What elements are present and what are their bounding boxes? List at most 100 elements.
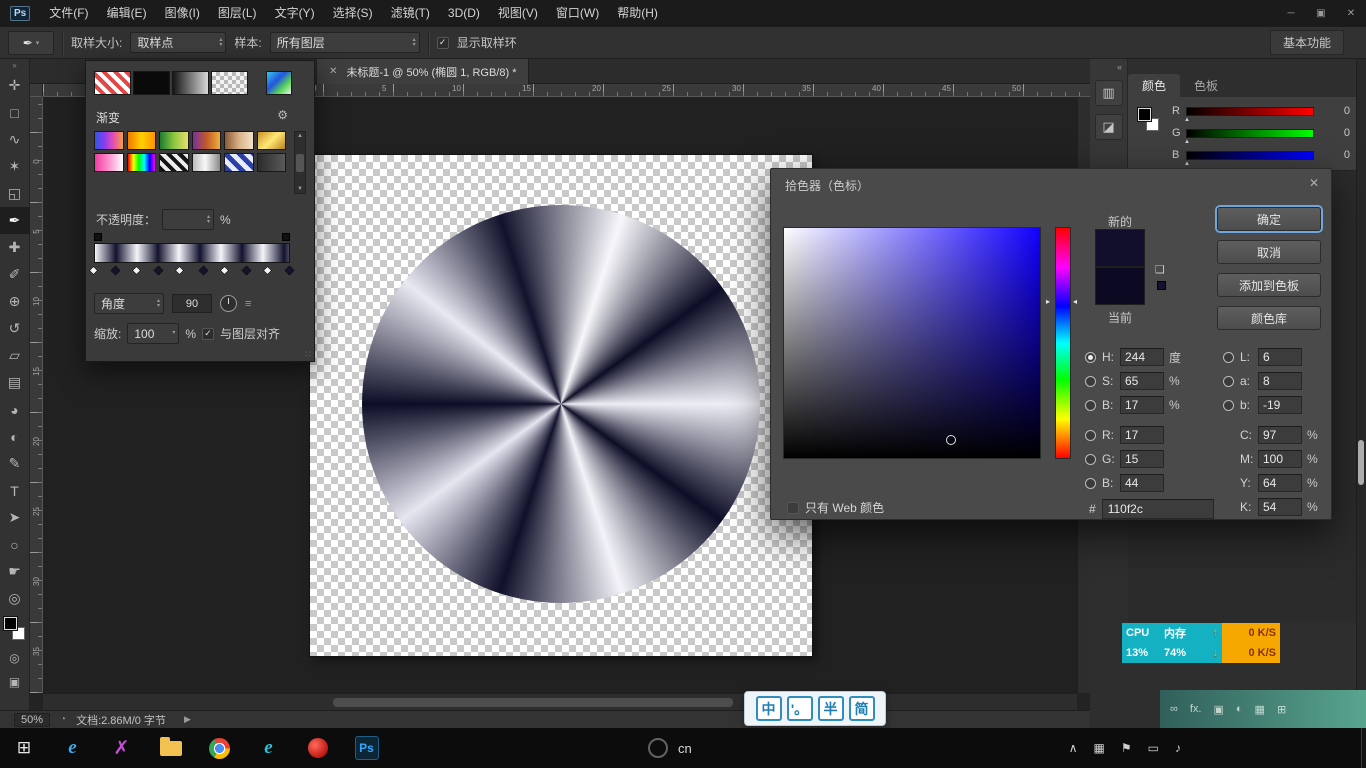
close-dialog-icon[interactable]: ✕ <box>1309 176 1319 190</box>
color-stop[interactable] <box>153 266 163 276</box>
blur-tool[interactable]: ◕ <box>0 396 30 423</box>
close-tab-icon[interactable]: ✕ <box>329 66 337 77</box>
gray-gradient-swatch[interactable] <box>172 71 209 95</box>
quick-mask-button[interactable]: ◎ <box>0 646 30 670</box>
web-cube-icon[interactable]: ❑ <box>1155 263 1165 276</box>
restore-button[interactable]: ▣ <box>1306 0 1336 27</box>
field-radio[interactable] <box>1223 400 1234 411</box>
menu-item[interactable]: 文字(Y) <box>266 0 324 27</box>
hue-slider[interactable] <box>1055 227 1071 459</box>
field-input[interactable] <box>1120 396 1164 414</box>
tab-color[interactable]: 颜色 <box>1128 74 1180 97</box>
flag-icon[interactable]: ⚑ <box>1121 741 1132 755</box>
menu-item[interactable]: 视图(V) <box>489 0 547 27</box>
status-menu-arrow-icon[interactable]: ▶ <box>184 714 191 725</box>
color-stop[interactable] <box>89 266 99 276</box>
layer-action-icon[interactable]: fx. <box>1190 703 1202 715</box>
magic-wand-tool[interactable]: ✶ <box>0 153 30 180</box>
color-field-marker[interactable] <box>946 435 956 445</box>
hand-tool[interactable]: ☛ <box>0 558 30 585</box>
field-input[interactable] <box>1258 474 1302 492</box>
minimize-button[interactable]: ─ <box>1276 0 1306 27</box>
gradient-preset[interactable] <box>224 131 254 150</box>
dodge-tool[interactable]: ◐ <box>0 423 30 450</box>
gradient-tool[interactable]: ▤ <box>0 369 30 396</box>
foreground-background-swatches[interactable] <box>0 614 30 646</box>
layer-action-icon[interactable]: ▦ <box>1255 703 1265 716</box>
hex-input[interactable] <box>1102 499 1214 519</box>
field-input[interactable] <box>1258 498 1302 516</box>
start-button[interactable]: ⊞ <box>0 728 48 768</box>
current-tool-button[interactable]: ✒ ▾ <box>8 31 54 55</box>
color-stop[interactable] <box>132 266 142 276</box>
field-radio[interactable] <box>1085 454 1096 465</box>
gradient-preset[interactable] <box>257 153 287 172</box>
lasso-tool[interactable]: ∿ <box>0 126 30 153</box>
zoom-level-field[interactable]: 50% <box>14 713 50 727</box>
histogram-panel-icon[interactable]: ▥ <box>1095 80 1123 106</box>
layer-action-icon[interactable]: ⊞ <box>1277 703 1286 716</box>
info-panel-icon[interactable]: ◪ <box>1095 114 1123 140</box>
type-tool[interactable]: T <box>0 477 30 504</box>
align-with-layer-checkbox[interactable]: ✓ <box>202 328 214 340</box>
gradient-preset[interactable] <box>192 153 222 172</box>
ime-mode-button[interactable]: 半 <box>818 696 844 721</box>
ime-mode-button[interactable]: 中 <box>756 696 782 721</box>
canvas[interactable] <box>310 155 812 656</box>
channel-slider[interactable]: ▲ <box>1186 129 1314 138</box>
saturation-brightness-field[interactable] <box>783 227 1041 459</box>
color-stop[interactable] <box>220 266 230 276</box>
field-input[interactable] <box>1258 450 1302 468</box>
ime-mode-button[interactable]: '。 <box>787 696 813 721</box>
menu-item[interactable]: 文件(F) <box>40 0 97 27</box>
menu-item[interactable]: 3D(D) <box>439 0 489 27</box>
slider-handle-icon[interactable]: ▲ <box>1184 139 1190 145</box>
folder-icon[interactable] <box>146 728 195 768</box>
color-stop[interactable] <box>198 266 208 276</box>
gradient-preset[interactable] <box>224 153 254 172</box>
gear-icon[interactable]: ⚙ <box>277 108 288 122</box>
solid-black-swatch[interactable] <box>133 71 170 95</box>
channel-value[interactable]: 0 <box>1322 127 1350 139</box>
layer-action-icon[interactable]: ∞ <box>1170 703 1178 715</box>
cancel-button[interactable]: 取消 <box>1217 240 1321 264</box>
ie-icon[interactable]: e <box>48 728 97 768</box>
pen-tool[interactable]: ✎ <box>0 450 30 477</box>
color-stop[interactable] <box>110 266 120 276</box>
scrollbar-thumb[interactable] <box>296 154 304 172</box>
history-brush-tool[interactable]: ↺ <box>0 315 30 342</box>
crop-tool[interactable]: ◱ <box>0 180 30 207</box>
foreground-color-swatch[interactable] <box>4 617 17 630</box>
scale-dropdown[interactable]: 100 ▾ <box>127 323 179 344</box>
field-radio[interactable] <box>1085 478 1096 489</box>
healing-brush-tool[interactable]: ✚ <box>0 234 30 261</box>
move-tool[interactable]: ✛ <box>0 72 30 99</box>
eraser-tool[interactable]: ▱ <box>0 342 30 369</box>
menu-item[interactable]: 窗口(W) <box>547 0 608 27</box>
hue-slider-arrow-left-icon[interactable]: ▸ <box>1046 297 1050 306</box>
media-app-icon[interactable] <box>293 728 342 768</box>
angle-dropdown[interactable]: 角度 ▴▾ <box>94 293 164 314</box>
layer-action-icon[interactable]: ▣ <box>1213 703 1223 716</box>
screen-mode-button[interactable]: ▣ <box>0 670 30 694</box>
gamut-swatch[interactable] <box>1157 281 1166 290</box>
channel-slider[interactable]: ▲ <box>1186 107 1314 116</box>
field-input[interactable] <box>1120 450 1164 468</box>
field-radio[interactable] <box>1085 352 1096 363</box>
field-radio[interactable] <box>1223 352 1234 363</box>
brush-tool[interactable]: ✐ <box>0 261 30 288</box>
document-tab[interactable]: ✕ 未标题-1 @ 50% (椭圆 1, RGB/8) * <box>316 59 529 84</box>
checker-swatch[interactable] <box>211 71 248 95</box>
menu-item[interactable]: 图像(I) <box>156 0 209 27</box>
ok-button[interactable]: 确定 <box>1217 207 1321 231</box>
opacity-dropdown[interactable]: ▴▾ <box>162 209 214 230</box>
field-input[interactable] <box>1120 348 1164 366</box>
slider-handle-icon[interactable]: ▲ <box>1184 161 1190 167</box>
sample-size-dropdown[interactable]: 取样点 ▴▾ <box>130 32 226 53</box>
gradient-preset[interactable] <box>159 131 189 150</box>
zoom-tool[interactable]: ◎ <box>0 585 30 612</box>
sample-dropdown[interactable]: 所有图层 ▴▾ <box>270 32 420 53</box>
opacity-stop-left[interactable] <box>94 233 102 241</box>
ellipse-tool[interactable]: ○ <box>0 531 30 558</box>
volume-icon[interactable]: ♪ <box>1175 741 1181 755</box>
